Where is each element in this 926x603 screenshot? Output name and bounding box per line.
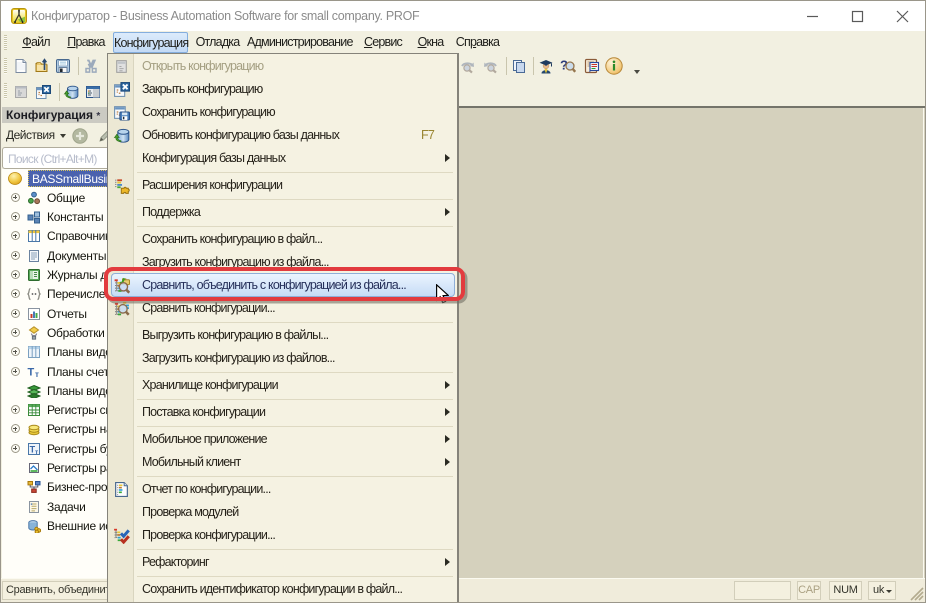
svg-text:T: T (28, 366, 35, 378)
svg-text:т: т (35, 370, 39, 379)
svg-text:т: т (35, 449, 38, 456)
